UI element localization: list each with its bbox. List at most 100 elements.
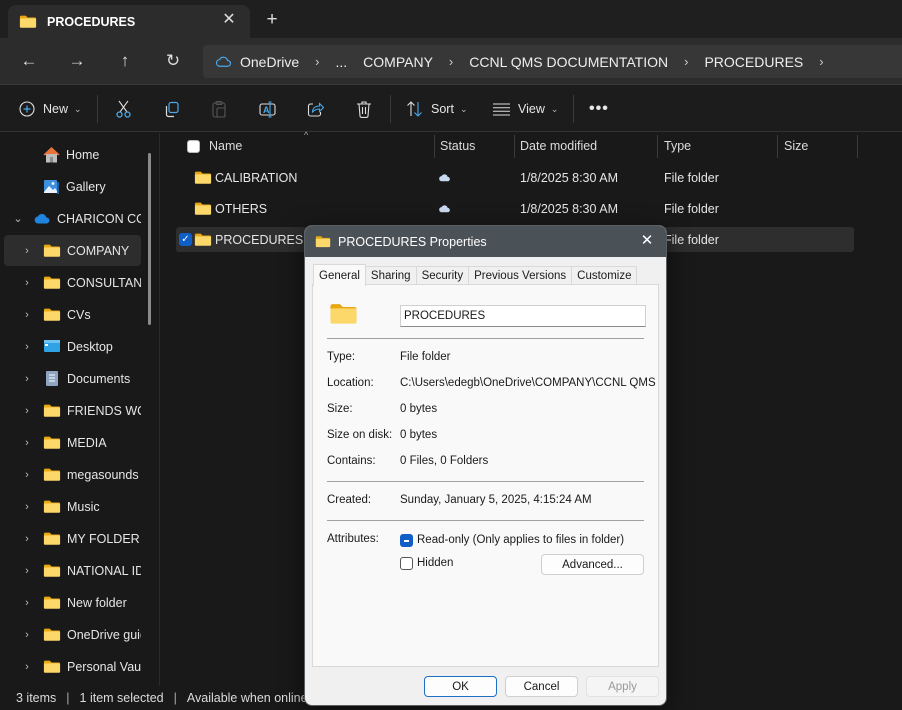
advanced-button[interactable]: Advanced... bbox=[541, 554, 644, 575]
chevron-right-icon[interactable]: › bbox=[21, 341, 33, 353]
breadcrumb-overflow[interactable]: ... bbox=[335, 54, 347, 70]
row-checkbox[interactable]: ✓ bbox=[179, 227, 192, 252]
arrow-left-icon[interactable]: ← bbox=[17, 50, 41, 72]
chevron-right-icon[interactable]: › bbox=[21, 277, 33, 289]
chevron-right-icon[interactable]: › bbox=[21, 437, 33, 449]
sidebar-item-company[interactable]: › COMPANY bbox=[4, 235, 141, 266]
chevron-right-icon[interactable]: › bbox=[21, 629, 33, 641]
address-bar[interactable]: OneDrive › ... COMPANY › CCNL QMS DOCUME… bbox=[203, 45, 902, 78]
view-button[interactable]: View ⌄ bbox=[493, 98, 558, 120]
chevron-right-icon[interactable]: › bbox=[21, 597, 33, 609]
plus-icon[interactable]: + bbox=[262, 10, 282, 30]
arrow-up-icon[interactable]: ↑ bbox=[113, 50, 137, 72]
folder-icon bbox=[315, 235, 331, 248]
breadcrumb-procedures[interactable]: PROCEDURES bbox=[704, 54, 803, 70]
table-row[interactable]: OTHERS 1/8/2025 8:30 AM File folder bbox=[176, 196, 854, 221]
chevron-right-icon[interactable]: › bbox=[21, 245, 33, 257]
column-header-date-modified[interactable]: Date modified bbox=[520, 133, 597, 159]
delete-button[interactable] bbox=[356, 98, 372, 120]
folder-name-input[interactable]: PROCEDURES bbox=[400, 305, 646, 327]
file-type: File folder bbox=[664, 170, 719, 185]
select-all-checkbox[interactable] bbox=[187, 133, 200, 159]
general-tab-panel: PROCEDURES Type: File folder Location: C… bbox=[312, 284, 659, 667]
sidebar-item-home[interactable]: Home bbox=[4, 139, 141, 170]
sidebar-item-onedrive[interactable]: ⌄ CHARICON COI bbox=[4, 203, 141, 234]
new-button[interactable]: New ⌄ bbox=[19, 98, 82, 120]
sidebar-item-gallery[interactable]: Gallery bbox=[4, 171, 141, 202]
chevron-down-icon[interactable]: ⌄ bbox=[12, 212, 24, 225]
sidebar-label: Documents bbox=[67, 371, 131, 386]
chevron-right-icon[interactable]: › bbox=[684, 54, 688, 69]
readonly-label[interactable]: Read-only (Only applies to files in fold… bbox=[417, 534, 624, 546]
date-modified: 1/8/2025 8:30 AM bbox=[520, 170, 618, 185]
sidebar-scrollbar[interactable] bbox=[148, 153, 151, 325]
copy-icon bbox=[165, 101, 179, 117]
folder-icon bbox=[194, 201, 212, 216]
sidebar-item-music[interactable]: › Music bbox=[4, 491, 141, 522]
tab-general[interactable]: General bbox=[313, 264, 366, 286]
refresh-icon[interactable]: ↻ bbox=[161, 50, 185, 72]
paste-button[interactable] bbox=[211, 98, 228, 120]
sidebar-item-consultancy[interactable]: › CONSULTANC bbox=[4, 267, 141, 298]
chevron-right-icon[interactable]: › bbox=[21, 309, 33, 321]
sidebar-item-friends-wor[interactable]: › FRIENDS WOR bbox=[4, 395, 141, 426]
sidebar-item-national-id[interactable]: › NATIONAL ID bbox=[4, 555, 141, 586]
apply-button[interactable]: Apply bbox=[586, 676, 659, 697]
arrow-right-icon[interactable]: → bbox=[65, 50, 89, 72]
ok-button[interactable]: OK bbox=[424, 676, 497, 697]
sort-button[interactable]: Sort ⌄ bbox=[406, 98, 467, 120]
tab-previous-versions[interactable]: Previous Versions bbox=[468, 266, 573, 285]
close-icon[interactable]: ✕ bbox=[220, 11, 238, 29]
share-button[interactable] bbox=[307, 98, 324, 120]
close-icon[interactable]: ✕ bbox=[638, 232, 656, 250]
chevron-right-icon[interactable]: › bbox=[819, 54, 823, 69]
hidden-label[interactable]: Hidden bbox=[417, 557, 453, 569]
column-header-name[interactable]: Name bbox=[209, 133, 242, 159]
chevron-right-icon[interactable]: › bbox=[21, 373, 33, 385]
folder-icon bbox=[43, 435, 61, 450]
chevron-right-icon[interactable]: › bbox=[21, 405, 33, 417]
sidebar-item-onedrive-guide[interactable]: › OneDrive guid bbox=[4, 619, 141, 650]
sidebar-item-new-folder[interactable]: › New folder bbox=[4, 587, 141, 618]
chevron-right-icon[interactable]: › bbox=[21, 469, 33, 481]
file-type: File folder bbox=[664, 232, 719, 247]
hidden-checkbox[interactable] bbox=[400, 557, 413, 570]
copy-button[interactable] bbox=[163, 98, 180, 120]
table-row[interactable]: CALIBRATION 1/8/2025 8:30 AM File folder bbox=[176, 165, 854, 190]
column-header-status[interactable]: Status bbox=[440, 133, 475, 159]
rename-button[interactable]: A bbox=[259, 98, 277, 120]
sidebar-item-megasounds[interactable]: › megasounds p bbox=[4, 459, 141, 490]
sidebar-item-desktop[interactable]: › Desktop bbox=[4, 331, 141, 362]
sidebar-item-media[interactable]: › MEDIA bbox=[4, 427, 141, 458]
breadcrumb-onedrive[interactable]: OneDrive bbox=[240, 54, 299, 70]
tab-security[interactable]: Security bbox=[415, 266, 470, 285]
column-header-size[interactable]: Size bbox=[784, 133, 808, 159]
cut-button[interactable] bbox=[115, 98, 132, 120]
breadcrumb-ccnl-qms-documentation[interactable]: CCNL QMS DOCUMENTATION bbox=[469, 54, 668, 70]
sidebar-item-documents[interactable]: › Documents bbox=[4, 363, 141, 394]
chevron-right-icon[interactable]: › bbox=[21, 565, 33, 577]
onedrive-cloud-icon bbox=[34, 213, 50, 223]
tab-procedures[interactable]: PROCEDURES ✕ bbox=[8, 5, 250, 38]
chevron-right-icon[interactable]: › bbox=[21, 501, 33, 513]
chevron-right-icon[interactable]: › bbox=[21, 661, 33, 673]
column-header-type[interactable]: Type bbox=[664, 133, 691, 159]
sidebar-item-my-folder[interactable]: › MY FOLDER bbox=[4, 523, 141, 554]
cancel-button[interactable]: Cancel bbox=[505, 676, 578, 697]
sidebar-label: CONSULTANC bbox=[67, 275, 141, 290]
chevron-right-icon[interactable]: › bbox=[21, 533, 33, 545]
chevron-down-icon: ⌄ bbox=[74, 103, 82, 114]
chevron-right-icon[interactable]: › bbox=[449, 54, 453, 69]
tab-customize[interactable]: Customize bbox=[571, 266, 638, 285]
sidebar-item-cvs[interactable]: › CVs bbox=[4, 299, 141, 330]
sidebar-label: Desktop bbox=[67, 339, 113, 354]
chevron-right-icon[interactable]: › bbox=[315, 54, 319, 69]
dialog-titlebar[interactable]: PROCEDURES Properties ✕ bbox=[305, 226, 666, 257]
more-options-button[interactable]: ••• bbox=[589, 98, 609, 120]
sidebar-item-personal-vault[interactable]: › Personal Vault bbox=[4, 651, 141, 682]
view-label: View bbox=[518, 102, 545, 116]
folder-icon bbox=[43, 595, 61, 610]
breadcrumb-company[interactable]: COMPANY bbox=[363, 54, 433, 70]
readonly-checkbox[interactable] bbox=[400, 534, 413, 547]
tab-sharing[interactable]: Sharing bbox=[364, 266, 417, 285]
